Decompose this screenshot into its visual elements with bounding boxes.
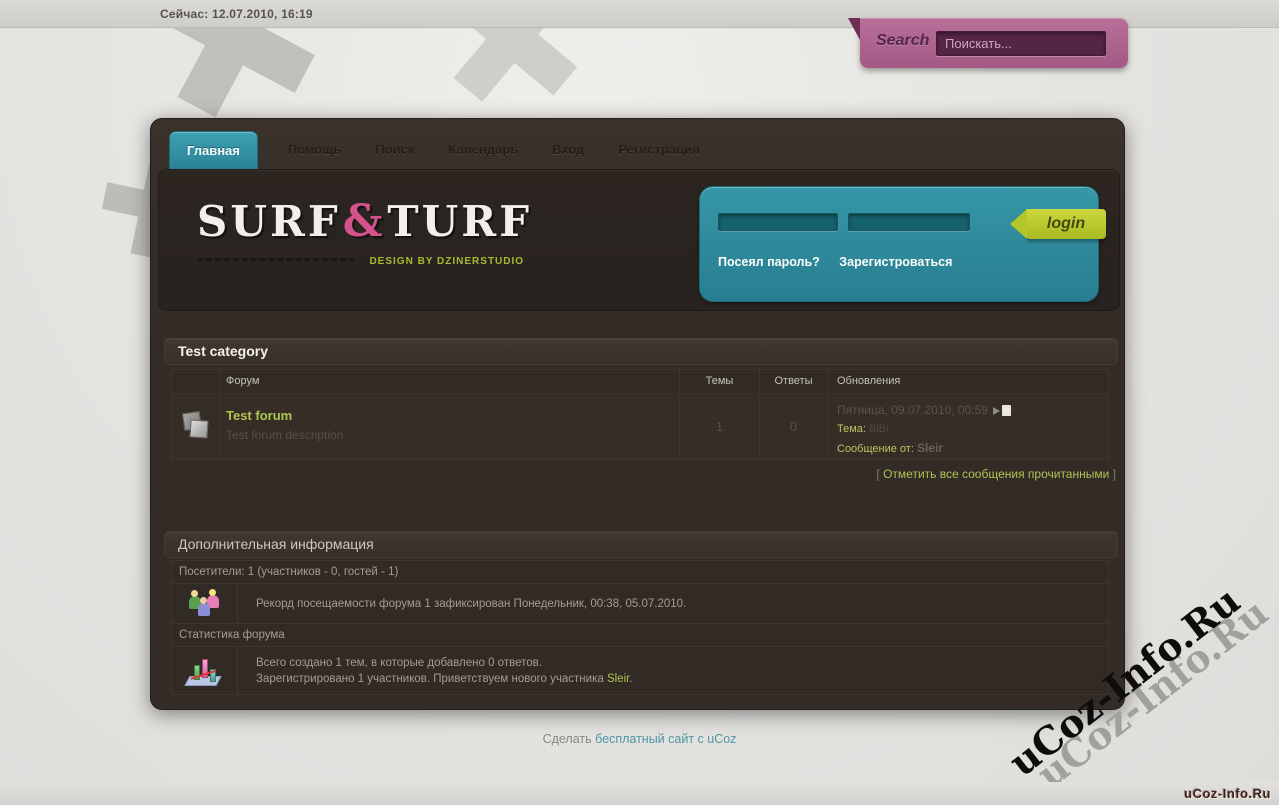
last-poster-link[interactable]: Sleir (917, 441, 943, 455)
search-label: Search (876, 32, 930, 49)
header-replies: Ответы (759, 370, 827, 393)
stacked-pages-icon (181, 412, 211, 442)
login-button[interactable]: login (1010, 209, 1106, 239)
forum-row: Test forum Test forum description 1 0 Пя… (172, 393, 1108, 459)
header-threads: Темы (679, 370, 759, 393)
record-icon-cell (172, 584, 238, 623)
new-member-link[interactable]: Sleir (607, 673, 629, 685)
register-link[interactable]: Зарегистроваться (839, 255, 952, 269)
additional-info-title-bar: Дополнительная информация (164, 531, 1118, 558)
lost-password-link[interactable]: Посеял пароль? (718, 255, 820, 269)
ribbon-fold-decoration (848, 18, 860, 40)
topic-label: Тема: (837, 423, 866, 435)
last-poster-row: Сообщение от: Sleir (837, 441, 1108, 455)
stats-line2-prefix: Зарегистрировано 1 участников. Приветств… (256, 672, 607, 685)
threads-count: 1 (679, 394, 759, 459)
main-navigation: Главная Помощь Поиск Календарь Вход Реги… (169, 131, 704, 169)
login-button-label: login (1026, 209, 1106, 239)
search-box: Search (848, 18, 1128, 68)
header-updates: Обновления (827, 370, 1108, 393)
category-title: Test category (178, 343, 268, 359)
stats-title-row: Статистика форума (179, 629, 285, 641)
tab-register[interactable]: Регистрация (614, 131, 703, 169)
bar-chart-icon (183, 654, 225, 688)
site-logo: SURF&TURF DESIGN BY DZINERSTUDIO (197, 196, 532, 269)
stats-line1: Всего создано 1 тем, в которые добавлено… (256, 656, 542, 669)
record-row: Рекорд посещаемости форума 1 зафиксирова… (172, 583, 1108, 624)
bracket-open: [ (876, 467, 880, 481)
last-post-date: Пятница, 09.07.2010, 00:59 (837, 403, 988, 417)
watermark-small-text: uCoz-Info.Ru (1184, 786, 1271, 801)
forum-table: Форум Темы Ответы Обновления Test forum … (171, 369, 1109, 460)
site-header: SURF&TURF DESIGN BY DZINERSTUDIO login П… (158, 169, 1120, 311)
forum-table-header: Форум Темы Ответы Обновления (172, 370, 1108, 393)
visitors-row: Посетители: 1 (участников - 0, гостей - … (179, 566, 399, 578)
additional-info-title: Дополнительная информация (178, 536, 374, 552)
ucoz-footer-link[interactable]: бесплатный сайт с uCoz (595, 732, 736, 746)
person-figure-icon (197, 596, 210, 616)
tab-home[interactable]: Главная (169, 131, 258, 169)
bottom-strip: uCoz-Info.Ru (0, 782, 1279, 805)
search-input[interactable] (936, 31, 1106, 56)
logo-tagline: DESIGN BY DZINERSTUDIO (369, 256, 525, 267)
tab-login[interactable]: Вход (548, 131, 588, 169)
stats-line2: Зарегистрировано 1 участников. Приветств… (256, 671, 1108, 687)
updates-cell: Пятница, 09.07.2010, 00:59 Тема: BiBi Со… (827, 394, 1108, 459)
bracket-close: ] (1112, 467, 1116, 481)
tab-search[interactable]: Поиск (371, 131, 418, 169)
current-time-label: Сейчас: 12.07.2010, 16:19 (160, 7, 313, 21)
logo-subline: DESIGN BY DZINERSTUDIO (197, 251, 532, 269)
ucoz-footer: Сделать бесплатный сайт с uCoz (0, 732, 1279, 746)
last-topic-row: Тема: BiBi (837, 423, 1108, 435)
record-text-cell: Рекорд посещаемости форума 1 зафиксирова… (238, 584, 1108, 623)
stats-row: Всего создано 1 тем, в которые добавлено… (172, 646, 1108, 694)
header-forum: Форум (220, 370, 679, 393)
goto-new-post-icon[interactable] (992, 407, 1000, 415)
tab-calendar[interactable]: Календарь (444, 131, 522, 169)
last-post-date-row: Пятница, 09.07.2010, 00:59 (837, 403, 1108, 417)
main-forum-panel: Главная Помощь Поиск Календарь Вход Реги… (150, 118, 1125, 710)
logo-part2: TURF (387, 197, 533, 246)
mark-all-read-link[interactable]: Отметить все сообщения прочитанными (883, 467, 1109, 481)
logo-ampersand: & (342, 196, 386, 247)
forum-status-cell (172, 394, 220, 459)
forum-name-link[interactable]: Test forum (226, 408, 292, 423)
login-panel: login Посеял пароль? Зарегистроваться (699, 186, 1106, 302)
replies-count: 0 (759, 394, 827, 459)
record-text: Рекорд посещаемости форума 1 зафиксирова… (256, 597, 687, 610)
forum-cell: Test forum Test forum description (220, 394, 679, 459)
footer-prefix: Сделать (542, 732, 596, 746)
login-links: Посеял пароль? Зарегистроваться (718, 255, 952, 269)
stats-icon-cell (172, 647, 238, 694)
info-table: Посетители: 1 (участников - 0, гостей - … (171, 560, 1109, 695)
message-from-label: Сообщение от: (837, 443, 914, 455)
header-icon-column (172, 370, 220, 393)
login-button-arrow-icon (1010, 209, 1027, 239)
stats-text-cell: Всего создано 1 тем, в которые добавлено… (238, 647, 1108, 694)
tab-help[interactable]: Помощь (284, 131, 345, 169)
mark-all-read-row: [ Отметить все сообщения прочитанными ] (876, 467, 1116, 481)
stats-line2-suffix: . (629, 672, 633, 685)
people-group-icon (187, 588, 223, 619)
login-username-field[interactable] (718, 213, 838, 231)
logo-title: SURF&TURF (197, 196, 532, 247)
topic-name-link[interactable]: BiBi (869, 423, 889, 435)
new-post-page-icon[interactable] (1001, 405, 1011, 416)
dashed-line-decoration (197, 258, 355, 261)
forum-description: Test forum description (226, 428, 344, 442)
logo-part1: SURF (197, 197, 341, 246)
login-password-field[interactable] (848, 213, 970, 231)
category-title-bar: Test category (164, 338, 1118, 365)
